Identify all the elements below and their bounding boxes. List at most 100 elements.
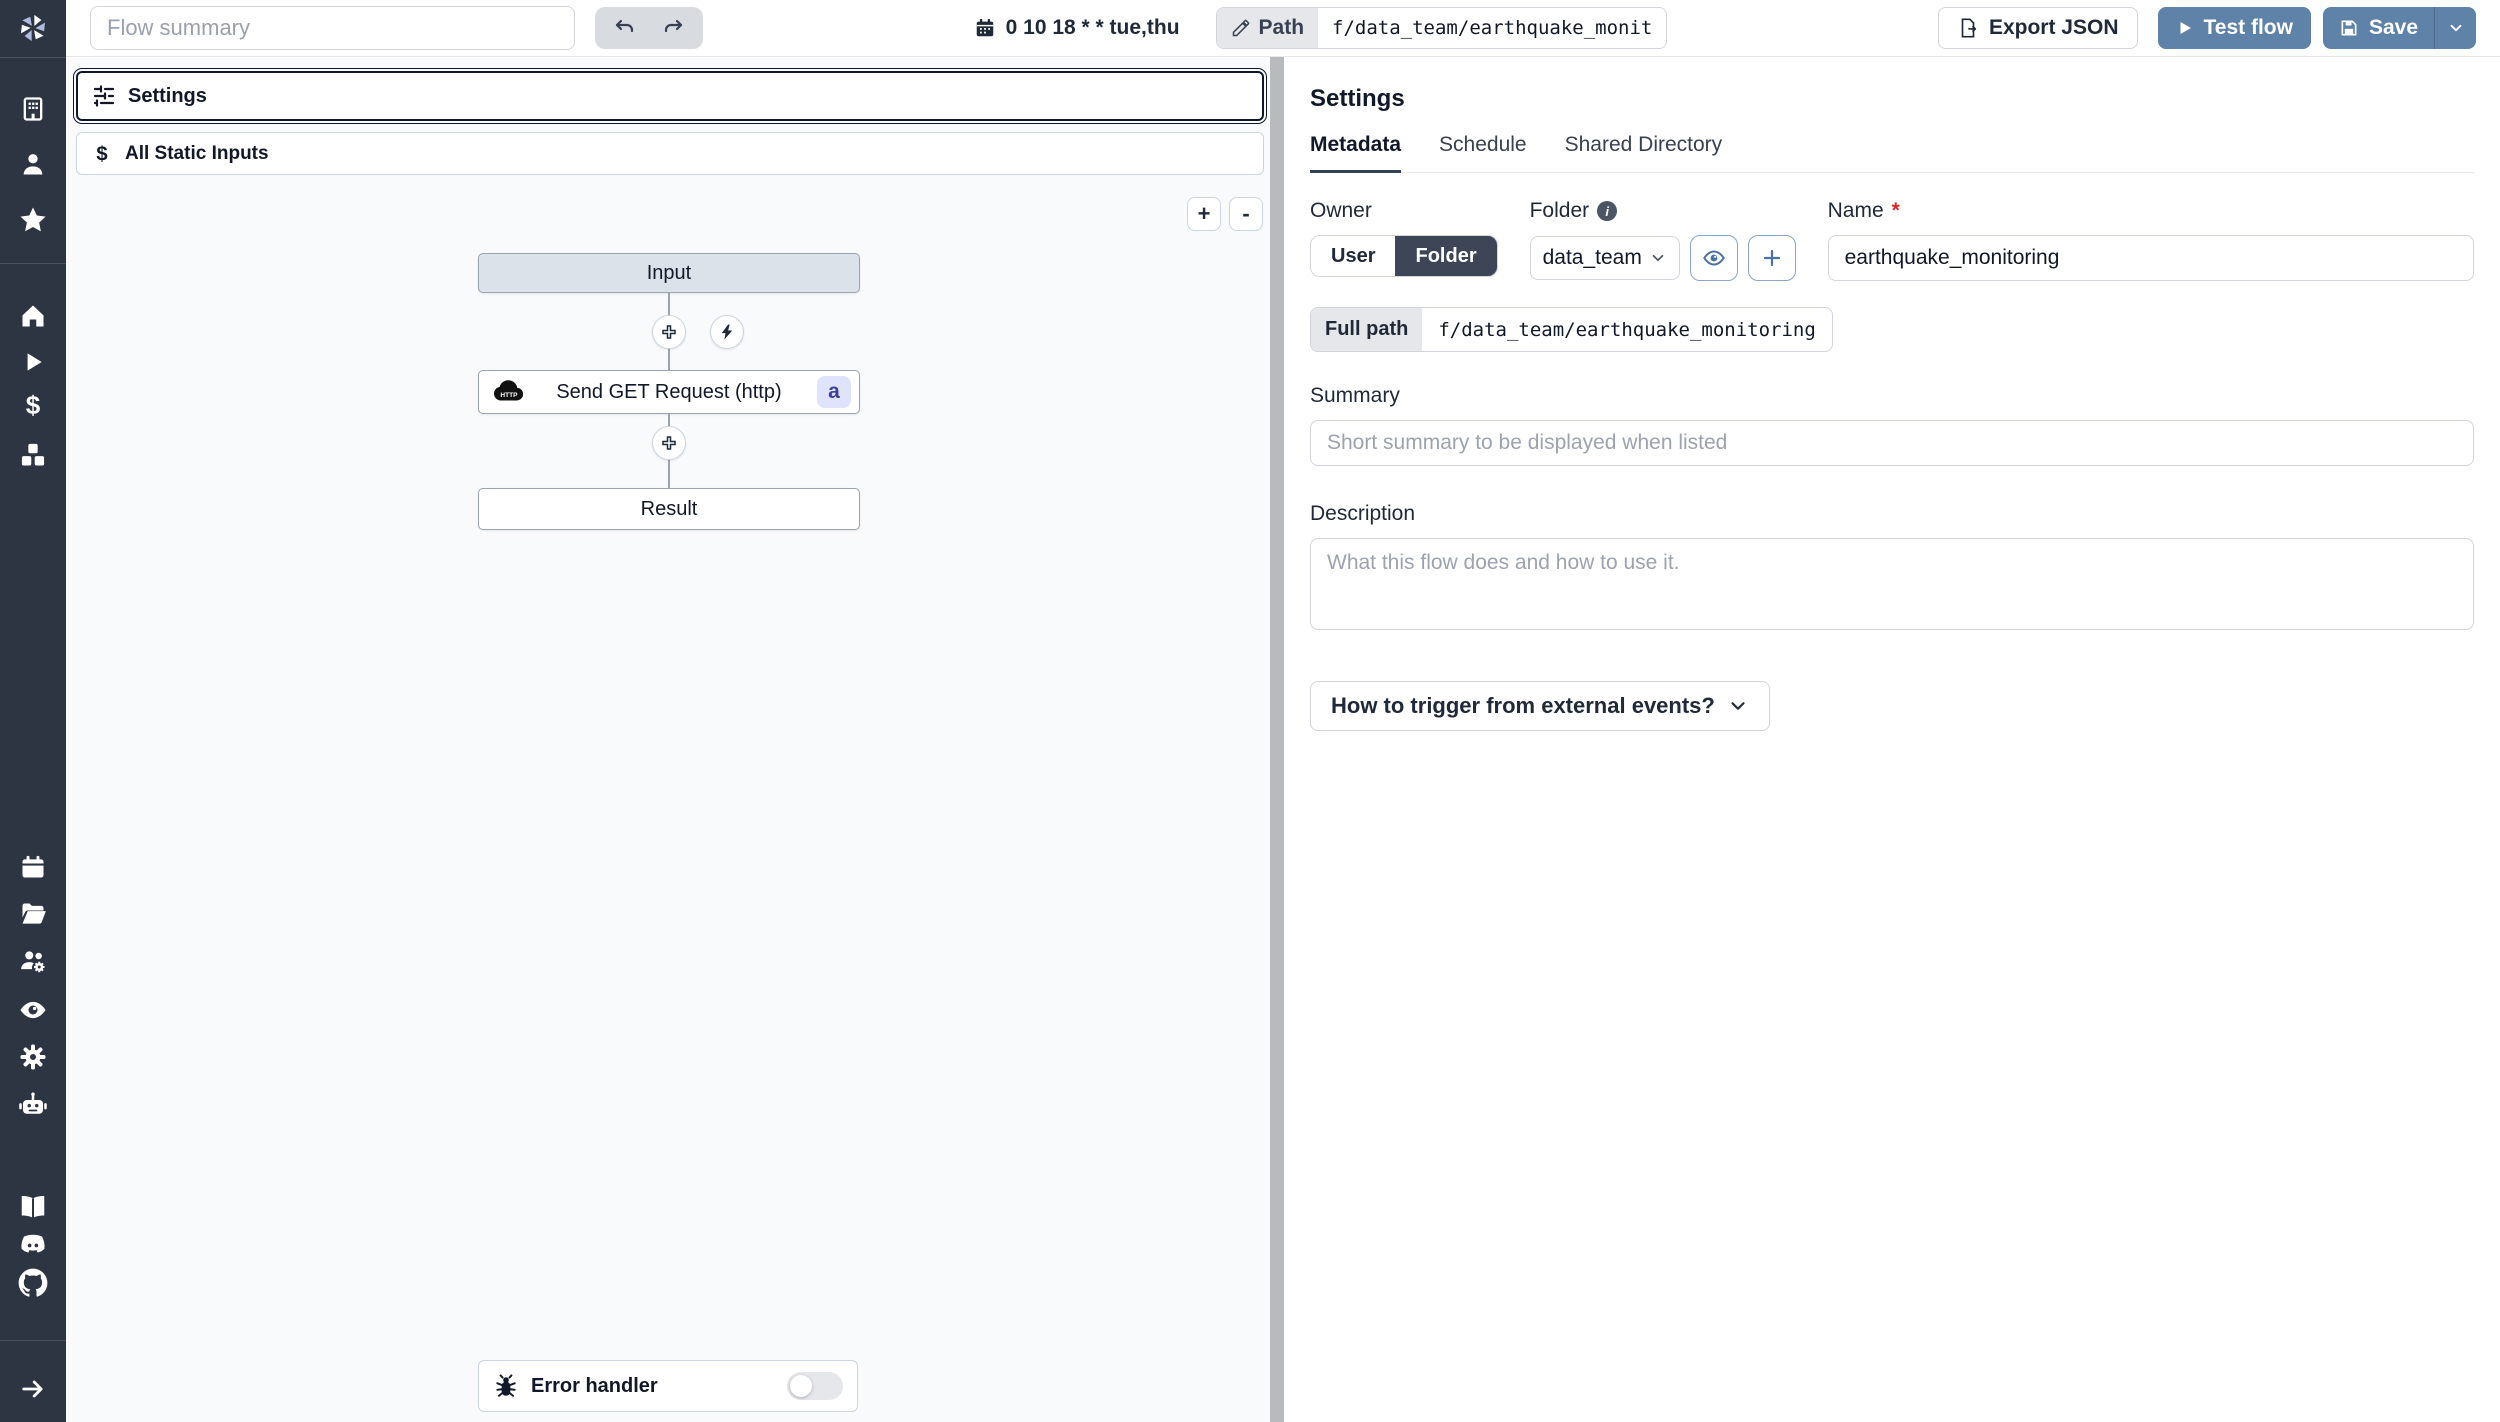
export-json-label: Export JSON	[1988, 16, 2119, 39]
error-handler-node[interactable]: Error handler	[478, 1360, 858, 1412]
tab-metadata[interactable]: Metadata	[1310, 133, 1402, 173]
chevron-down-icon	[1652, 254, 1663, 262]
redo-button[interactable]	[649, 10, 697, 46]
required-asterisk: *	[1891, 199, 1900, 222]
sidebar-item-groups[interactable]	[16, 944, 50, 978]
bolt-icon	[721, 324, 733, 340]
undo-button[interactable]	[601, 10, 649, 46]
trigger-help-button[interactable]: How to trigger from external events?	[1310, 681, 1770, 731]
all-static-inputs-bar[interactable]: $ All Static Inputs	[76, 132, 1264, 175]
name-label-text: Name	[1827, 199, 1884, 222]
folder-label-text: Folder	[1529, 199, 1590, 222]
undo-redo-group	[595, 7, 703, 49]
flow-settings-label: Settings	[128, 84, 207, 107]
schedule-display[interactable]: 0 10 18 * * tue,thu	[974, 16, 1180, 40]
trigger-help-label: How to trigger from external events?	[1331, 693, 1715, 718]
flow-canvas[interactable]: Settings $ All Static Inputs + - Input H…	[66, 57, 1270, 1422]
windmill-logo[interactable]	[16, 11, 50, 45]
eye-icon	[1702, 250, 1725, 266]
pencil-icon	[1232, 19, 1249, 37]
redo-icon	[664, 19, 683, 33]
owner-folder-button[interactable]: Folder	[1395, 236, 1497, 276]
all-static-inputs-label: All Static Inputs	[125, 142, 269, 164]
arrow-right-icon	[22, 1380, 43, 1398]
book-icon	[21, 1196, 45, 1218]
node-http-step[interactable]: HTTP Send GET Request (http) a	[478, 370, 860, 414]
flow-settings-bar[interactable]: Settings	[73, 68, 1267, 124]
discord-icon	[21, 1234, 45, 1253]
owner-user-button[interactable]: User	[1311, 236, 1396, 276]
tab-shared-directory[interactable]: Shared Directory	[1565, 133, 1723, 172]
svg-text:$: $	[96, 143, 107, 165]
dollar-icon: $	[96, 143, 107, 165]
folder-open-icon	[22, 903, 46, 924]
path-box[interactable]: Path f/data_team/earthquake_monit	[1215, 7, 1668, 49]
flow-summary-input[interactable]	[90, 6, 575, 50]
sidebar-item-docs[interactable]	[16, 1190, 50, 1224]
view-folder-button[interactable]	[1689, 235, 1738, 281]
info-icon[interactable]	[1597, 201, 1618, 221]
node-input[interactable]: Input	[478, 253, 860, 293]
node-result[interactable]: Result	[478, 488, 860, 530]
settings-panel-title: Settings	[1310, 85, 1405, 112]
error-handler-label: Error handler	[531, 1374, 658, 1397]
add-trigger-button[interactable]	[710, 315, 744, 349]
save-dropdown-button[interactable]	[2434, 7, 2476, 49]
node-result-label: Result	[640, 497, 698, 520]
sidebar-item-variables[interactable]	[16, 388, 50, 422]
error-handler-toggle[interactable]	[787, 1372, 843, 1400]
add-step-button[interactable]	[652, 315, 686, 349]
owner-label: Owner	[1310, 199, 1372, 222]
sidebar-item-resources[interactable]	[16, 438, 50, 472]
plus-icon	[662, 325, 676, 339]
owner-segmented-control: User Folder	[1310, 235, 1498, 277]
sidebar-expand-button[interactable]	[16, 1372, 50, 1406]
sidebar-item-ai[interactable]	[16, 1088, 50, 1122]
zoom-out-button[interactable]: -	[1229, 197, 1263, 231]
sidebar-item-audit[interactable]	[16, 993, 50, 1027]
name-input[interactable]	[1827, 235, 2474, 281]
sidebar-item-discord[interactable]	[16, 1228, 50, 1262]
summary-input[interactable]	[1310, 420, 2474, 466]
plus-icon	[662, 436, 676, 450]
settings-panel: Settings Metadata Schedule Shared Direct…	[1284, 57, 2500, 1422]
play-icon	[27, 353, 42, 371]
connector	[478, 414, 860, 488]
test-flow-button[interactable]: Test flow	[2157, 7, 2311, 49]
settings-tabs: Metadata Schedule Shared Directory	[1310, 133, 2474, 173]
toggle-knob	[790, 1375, 812, 1397]
svg-text:HTTP: HTTP	[500, 392, 518, 399]
canvas-scrollbar[interactable]	[1270, 57, 1284, 1422]
save-button[interactable]: Save	[2323, 7, 2434, 49]
plus-icon	[1763, 249, 1780, 267]
path-value: f/data_team/earthquake_monit	[1318, 8, 1667, 48]
node-input-label: Input	[646, 261, 692, 284]
sidebar-item-folders[interactable]	[16, 897, 50, 931]
name-field: Name *	[1827, 199, 2474, 281]
add-folder-button[interactable]	[1747, 235, 1796, 281]
folder-select-value: data_team	[1542, 246, 1642, 269]
folder-label: Folder	[1530, 199, 1796, 223]
folder-select[interactable]: data_team	[1529, 236, 1680, 280]
folder-controls: data_team	[1529, 235, 1796, 281]
user-icon	[23, 154, 43, 175]
sidebar-item-workspace[interactable]	[16, 92, 50, 126]
calendar-icon	[22, 855, 44, 878]
sidebar-item-schedules[interactable]	[16, 850, 50, 884]
undo-icon	[615, 19, 634, 33]
bug-icon	[496, 1374, 516, 1397]
sidebar-item-home[interactable]	[16, 299, 50, 333]
sidebar-item-workers[interactable]	[16, 1040, 50, 1074]
folder-field: Folder data_team	[1529, 199, 1796, 281]
sidebar-item-favorites[interactable]	[16, 203, 50, 237]
tab-schedule[interactable]: Schedule	[1439, 133, 1527, 172]
zoom-in-button[interactable]: +	[1187, 197, 1221, 231]
sidebar-item-github[interactable]	[16, 1266, 50, 1300]
star-icon	[20, 207, 46, 232]
test-flow-label: Test flow	[2203, 16, 2293, 39]
description-textarea[interactable]	[1310, 538, 2474, 630]
export-json-button[interactable]: Export JSON	[1937, 7, 2138, 49]
add-step-button[interactable]	[652, 426, 686, 460]
sidebar-item-runs[interactable]	[16, 345, 50, 379]
sidebar-item-user[interactable]	[16, 147, 50, 181]
